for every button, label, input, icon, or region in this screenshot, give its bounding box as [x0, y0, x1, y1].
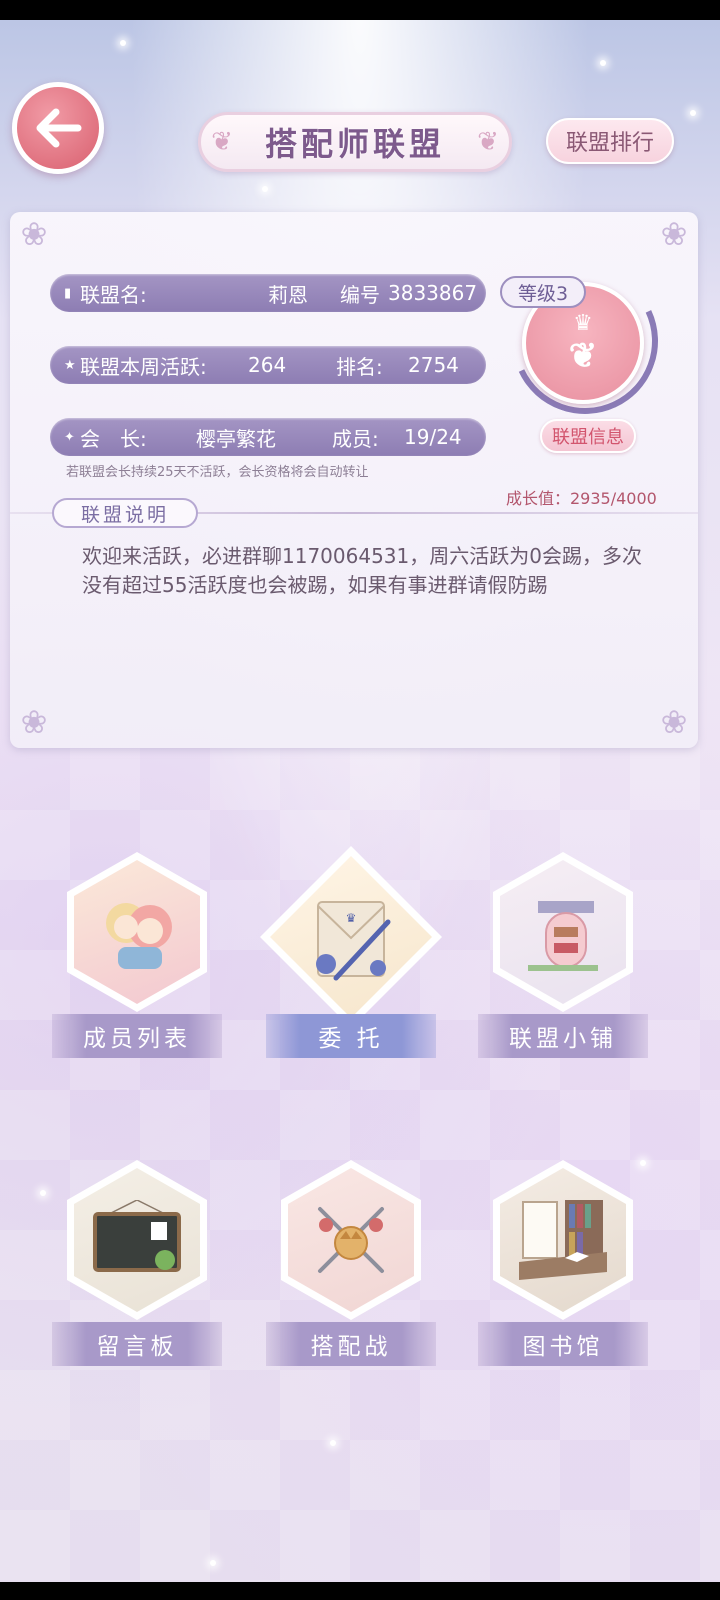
flourish-icon: ❦: [211, 127, 233, 157]
leader-label: 会 长:: [80, 426, 147, 451]
book-icon: ▮: [64, 285, 72, 301]
members-value: 19/24: [404, 425, 462, 449]
menu-commission[interactable]: ♛ 委 托: [260, 846, 442, 1082]
leader-value: 樱亭繁花: [196, 426, 276, 451]
alliance-id-value: 3833867: [388, 281, 478, 305]
alliance-level-badge: 等级3: [500, 276, 586, 308]
sparkle: [262, 186, 268, 192]
weekly-activity-label: 联盟本周活跃:: [80, 354, 207, 379]
rose-ornament-icon: ❀: [20, 215, 48, 253]
alliance-description: 欢迎来活跃，必进群聊1170064531，周六活跃为0会踢，多次没有超过55活跃…: [82, 544, 642, 597]
shop-illustration: [528, 901, 598, 971]
library-illustration: [519, 1200, 607, 1280]
menu-styling-battle[interactable]: 搭配战: [266, 1160, 436, 1390]
back-arrow-icon: [36, 108, 82, 148]
alliance-id-label: 编号: [340, 282, 380, 307]
menu-label: 成员列表: [52, 1014, 222, 1058]
flourish-icon: ❦: [477, 127, 499, 157]
svg-text:♛: ♛: [346, 911, 357, 925]
menu-label: 联盟小铺: [478, 1014, 648, 1058]
rose-ornament-icon: ❀: [660, 215, 688, 253]
sparkle: [210, 1560, 216, 1566]
rank-value: 2754: [408, 353, 459, 377]
status-bar: [0, 0, 720, 20]
menu-label: 图书馆: [478, 1322, 648, 1366]
sparkle-icon: ✦: [64, 429, 75, 445]
sparkle: [40, 1190, 46, 1196]
description-label: 联盟说明: [52, 498, 198, 528]
alliance-name-label: 联盟名:: [80, 282, 147, 307]
sparkle: [330, 1440, 336, 1446]
alliance-activity-row: ★ 联盟本周活跃: 264 排名: 2754: [50, 346, 486, 384]
page-title-banner: ❦ 搭配师联盟 ❦: [198, 112, 512, 172]
page-title: 搭配师联盟: [264, 125, 445, 163]
weekly-activity-value: 264: [248, 353, 287, 377]
commission-icon: ♛: [270, 856, 432, 1018]
sparkle: [600, 60, 606, 66]
alliance-name-value: 莉恩: [268, 282, 308, 307]
leader-transfer-notice: 若联盟会长持续25天不活跃，会长资格将会自动转让: [66, 465, 369, 480]
crown-icon: ♛: [573, 310, 593, 336]
emblem-monogram-icon: ❦: [568, 335, 598, 376]
rank-label: 排名:: [336, 354, 383, 379]
sparkle: [690, 110, 696, 116]
alliance-name-row: ▮ 联盟名: 莉恩 编号 3833867: [50, 274, 486, 312]
menu-members-list[interactable]: 成员列表: [52, 852, 222, 1082]
menu-label: 留言板: [52, 1322, 222, 1366]
menu-message-board[interactable]: 留言板: [52, 1160, 222, 1390]
alliance-info-button[interactable]: 联盟信息: [540, 419, 636, 453]
navigation-bar: [0, 1582, 720, 1600]
rose-ornament-icon: ❀: [660, 703, 688, 741]
menu-label: 委 托: [266, 1014, 436, 1058]
chalkboard-illustration: [93, 1200, 181, 1272]
back-button[interactable]: [12, 82, 104, 174]
girls-illustration: [106, 903, 172, 969]
envelope-quill-illustration: ♛: [316, 901, 391, 981]
menu-label: 搭配战: [266, 1322, 436, 1366]
alliance-ranking-button[interactable]: 联盟排行: [546, 118, 674, 164]
rose-ornament-icon: ❀: [20, 703, 48, 741]
alliance-leader-row: ✦ 会 长: 樱亭繁花 成员: 19/24: [50, 418, 486, 456]
sparkle: [120, 40, 126, 46]
star-icon: ★: [64, 357, 76, 373]
crossed-swords-illustration: [318, 1207, 384, 1273]
growth-value: 成长值：2935/4000: [506, 489, 657, 508]
menu-alliance-shop[interactable]: 联盟小铺: [478, 852, 648, 1082]
menu-library[interactable]: 图书馆: [478, 1160, 648, 1390]
members-label: 成员:: [332, 426, 379, 451]
